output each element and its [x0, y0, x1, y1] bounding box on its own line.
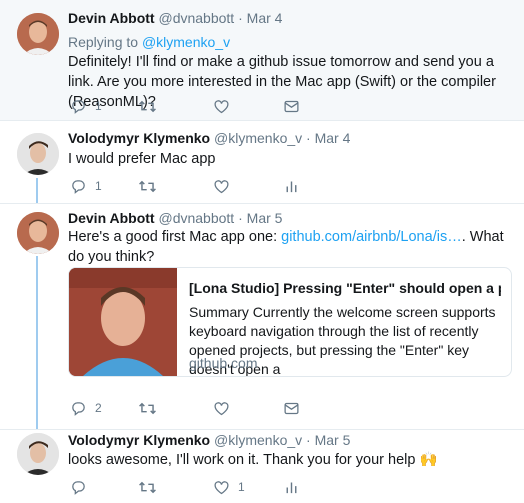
reply-icon — [70, 98, 87, 115]
tweet-text: I would prefer Mac app — [68, 151, 216, 167]
separator: · — [238, 210, 243, 226]
tweet-header: Devin Abbott @dvnabbott · Mar 4 — [68, 10, 282, 26]
direct-message-button[interactable] — [283, 97, 300, 115]
card-title: [Lona Studio] Pressing "Enter" should op… — [189, 280, 501, 296]
analytics-button[interactable] — [283, 177, 300, 195]
reply-count: 2 — [95, 401, 102, 415]
author-name[interactable]: Devin Abbott — [68, 10, 155, 26]
author-handle[interactable]: @klymenko_v — [214, 130, 302, 146]
like-count: 1 — [238, 480, 245, 494]
reply-count: 1 — [95, 99, 102, 113]
author-name[interactable]: Volodymyr Klymenko — [68, 130, 210, 146]
separator: · — [238, 10, 243, 26]
tweet-header: Devin Abbott @dvnabbott · Mar 5 — [68, 210, 282, 226]
replying-prefix: Replying to — [68, 34, 142, 50]
tweet-date[interactable]: Mar 5 — [315, 432, 351, 448]
reply-button[interactable]: 2 — [70, 399, 102, 417]
avatar[interactable] — [17, 13, 59, 55]
tweet-header: Volodymyr Klymenko @klymenko_v · Mar 5 — [68, 432, 350, 448]
retweet-icon — [138, 479, 157, 496]
retweet-button[interactable] — [138, 97, 157, 115]
tweet[interactable]: Devin Abbott @dvnabbott · Mar 5 Here's a… — [0, 204, 524, 430]
author-name[interactable]: Volodymyr Klymenko — [68, 432, 210, 448]
like-button[interactable] — [213, 399, 230, 417]
reply-count: 1 — [95, 179, 102, 193]
tweet-date[interactable]: Mar 4 — [247, 10, 283, 26]
like-button[interactable] — [213, 97, 230, 115]
tweet-link[interactable]: github.com/airbnb/Lona/is… — [281, 229, 462, 245]
like-icon — [213, 98, 230, 115]
reply-button[interactable]: 1 — [70, 97, 102, 115]
author-name[interactable]: Devin Abbott — [68, 210, 155, 226]
like-icon — [213, 400, 230, 417]
tweet[interactable]: Volodymyr Klymenko @klymenko_v · Mar 5 l… — [0, 430, 524, 503]
reply-icon — [70, 400, 87, 417]
retweet-button[interactable] — [138, 177, 157, 195]
author-handle[interactable]: @dvnabbott — [158, 210, 234, 226]
card-domain: github.com — [189, 355, 258, 371]
replying-to-handle[interactable]: @klymenko_v — [142, 34, 230, 50]
direct-message-icon — [283, 98, 300, 115]
tweet-header: Volodymyr Klymenko @klymenko_v · Mar 4 — [68, 130, 350, 146]
retweet-button[interactable] — [138, 478, 157, 496]
author-handle[interactable]: @dvnabbott — [158, 10, 234, 26]
like-icon — [213, 178, 230, 195]
tweet-date[interactable]: Mar 5 — [247, 210, 283, 226]
avatar[interactable] — [17, 433, 59, 475]
separator: · — [306, 432, 311, 448]
tweet-date[interactable]: Mar 4 — [315, 130, 351, 146]
like-button[interactable]: 1 — [213, 478, 245, 496]
tweet-text-before: Here's a good first Mac app one: — [68, 229, 282, 245]
reply-icon — [70, 479, 87, 496]
reply-icon — [70, 178, 87, 195]
tweet-text: looks awesome, I'll work on it. Thank yo… — [68, 452, 438, 468]
author-handle[interactable]: @klymenko_v — [214, 432, 302, 448]
analytics-icon — [283, 178, 300, 195]
like-icon — [213, 479, 230, 496]
tweet-text: Here's a good first Mac app one: github.… — [68, 227, 510, 267]
retweet-icon — [138, 98, 157, 115]
retweet-icon — [138, 178, 157, 195]
like-button[interactable] — [213, 177, 230, 195]
avatar[interactable] — [17, 133, 59, 175]
link-card[interactable]: [Lona Studio] Pressing "Enter" should op… — [68, 267, 512, 377]
retweet-button[interactable] — [138, 399, 157, 417]
analytics-icon — [283, 479, 300, 496]
reply-button[interactable]: 1 — [70, 177, 102, 195]
direct-message-button[interactable] — [283, 399, 300, 417]
retweet-icon — [138, 400, 157, 417]
avatar[interactable] — [17, 212, 59, 254]
analytics-button[interactable] — [283, 478, 300, 496]
card-image — [69, 268, 177, 376]
separator: · — [306, 130, 311, 146]
replying-to: Replying to @klymenko_v — [68, 32, 510, 52]
tweet[interactable]: Volodymyr Klymenko @klymenko_v · Mar 4 I… — [0, 121, 524, 204]
tweet[interactable]: Devin Abbott @dvnabbott · Mar 4 Replying… — [0, 0, 524, 121]
reply-button[interactable] — [70, 478, 87, 496]
direct-message-icon — [283, 400, 300, 417]
